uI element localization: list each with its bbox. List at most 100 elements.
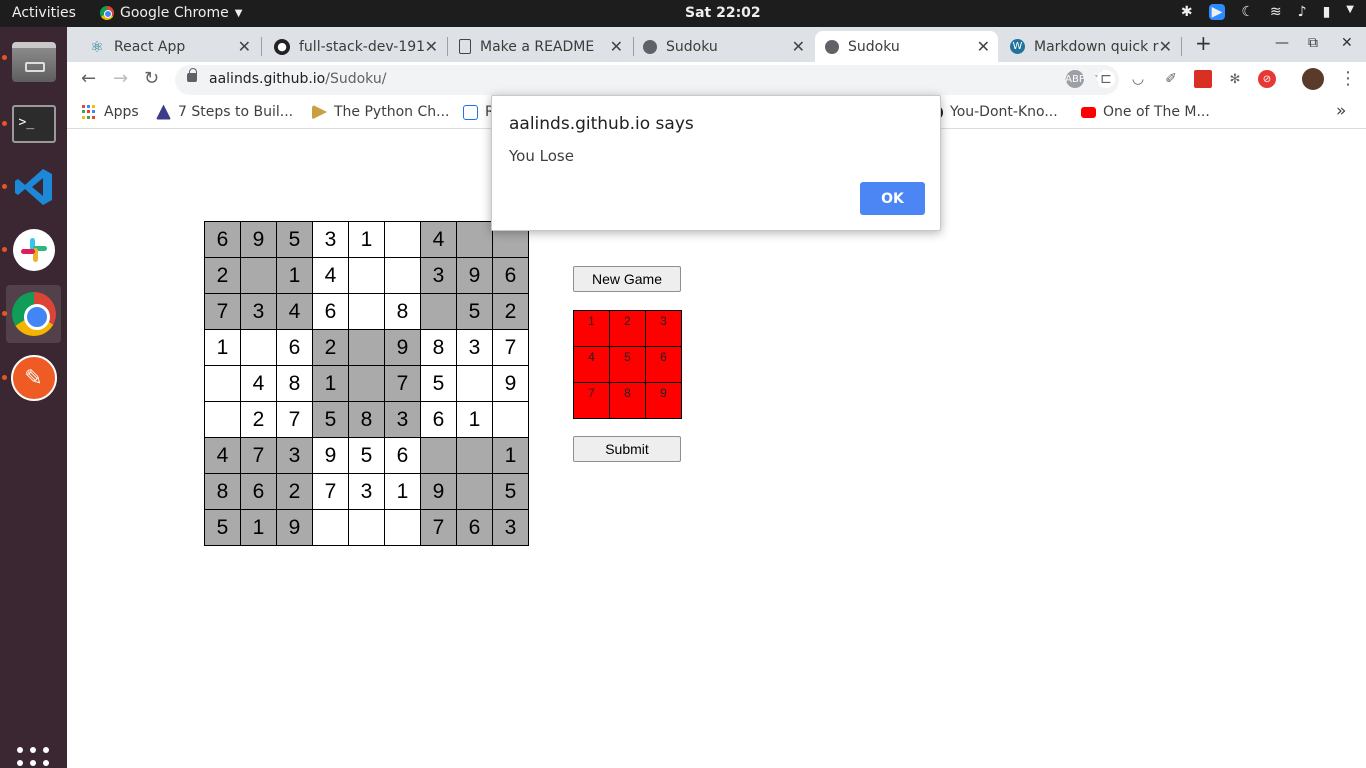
- sudoku-cell[interactable]: 1: [384, 473, 421, 510]
- number-pad-key[interactable]: 9: [645, 382, 682, 419]
- block-extension-icon[interactable]: ⊘: [1258, 70, 1276, 88]
- sudoku-cell[interactable]: 4: [276, 293, 313, 330]
- sudoku-cell[interactable]: 3: [492, 509, 529, 546]
- sudoku-cell[interactable]: 1: [348, 221, 385, 258]
- sudoku-cell[interactable]: 7: [384, 365, 421, 402]
- close-window-button[interactable]: ✕: [1341, 35, 1353, 51]
- url-text[interactable]: aalinds.github.io/Sudoku/: [209, 71, 386, 87]
- sudoku-cell[interactable]: 7: [492, 329, 529, 366]
- tab-markdown[interactable]: W Markdown quick r ✕: [1000, 31, 1180, 62]
- sudoku-cell[interactable]: 3: [456, 329, 493, 366]
- sudoku-cell[interactable]: 1: [492, 437, 529, 474]
- pocket-extension-icon[interactable]: ◡: [1129, 70, 1147, 88]
- tab-react-app[interactable]: ⚛ React App ✕: [79, 31, 259, 62]
- slack-tray-icon[interactable]: ✱: [1181, 4, 1193, 20]
- close-icon[interactable]: ✕: [425, 37, 438, 56]
- bookmark-one-of-the[interactable]: One of The M...: [1081, 104, 1210, 120]
- activities-button[interactable]: Activities: [12, 5, 76, 21]
- sudoku-cell[interactable]: [384, 257, 421, 294]
- sudoku-cell[interactable]: 6: [240, 473, 277, 510]
- sudoku-cell[interactable]: 1: [204, 329, 241, 366]
- sudoku-cell[interactable]: 2: [312, 329, 349, 366]
- sudoku-cell[interactable]: 5: [204, 509, 241, 546]
- sudoku-cell[interactable]: [348, 509, 385, 546]
- sudoku-cell[interactable]: 9: [384, 329, 421, 366]
- number-pad-key[interactable]: 1: [573, 310, 610, 347]
- sudoku-cell[interactable]: 4: [240, 365, 277, 402]
- sudoku-cell[interactable]: 3: [312, 221, 349, 258]
- number-pad-key[interactable]: 6: [645, 346, 682, 383]
- bookmark-7-steps[interactable]: 7 Steps to Buil...: [156, 104, 293, 120]
- sudoku-cell[interactable]: 5: [312, 401, 349, 438]
- number-pad-key[interactable]: 4: [573, 346, 610, 383]
- sudoku-cell[interactable]: 2: [204, 257, 241, 294]
- sudoku-cell[interactable]: 9: [312, 437, 349, 474]
- sudoku-cell[interactable]: [312, 509, 349, 546]
- chrome-launcher[interactable]: [6, 285, 61, 343]
- sudoku-cell[interactable]: 1: [456, 401, 493, 438]
- sudoku-cell[interactable]: 8: [420, 329, 457, 366]
- sudoku-cell[interactable]: 6: [384, 437, 421, 474]
- sudoku-cell[interactable]: [456, 473, 493, 510]
- sudoku-cell[interactable]: 3: [348, 473, 385, 510]
- sudoku-cell[interactable]: 8: [276, 365, 313, 402]
- sudoku-cell[interactable]: 6: [204, 221, 241, 258]
- new-game-button[interactable]: New Game: [573, 266, 681, 292]
- system-tray[interactable]: ✱ ▶ ☾ ≋ ♪ ▮ ▼: [1181, 4, 1354, 20]
- wifi-icon[interactable]: ≋: [1270, 4, 1282, 20]
- sudoku-cell[interactable]: 8: [204, 473, 241, 510]
- colorpicker-extension-icon[interactable]: ✐: [1162, 70, 1180, 88]
- sudoku-cell[interactable]: [240, 257, 277, 294]
- close-icon[interactable]: ✕: [1159, 37, 1172, 56]
- reload-button[interactable]: ↻: [144, 68, 159, 89]
- sudoku-cell[interactable]: 5: [456, 293, 493, 330]
- zoom-tray-icon[interactable]: ▶: [1208, 4, 1226, 20]
- sudoku-cell[interactable]: [456, 365, 493, 402]
- sudoku-cell[interactable]: [456, 437, 493, 474]
- back-button[interactable]: ←: [81, 68, 96, 89]
- tab-sudoku[interactable]: Sudoku ✕: [633, 31, 813, 62]
- number-pad-key[interactable]: 8: [609, 382, 646, 419]
- sudoku-cell[interactable]: 1: [276, 257, 313, 294]
- sudoku-cell[interactable]: [384, 509, 421, 546]
- sudoku-cell[interactable]: [348, 365, 385, 402]
- sudoku-cell[interactable]: 2: [276, 473, 313, 510]
- postman-launcher[interactable]: ✎: [6, 349, 61, 407]
- ok-button[interactable]: OK: [860, 182, 925, 215]
- tab-sudoku-active[interactable]: Sudoku ✕: [815, 31, 998, 62]
- sudoku-cell[interactable]: 3: [420, 257, 457, 294]
- sudoku-cell[interactable]: 5: [348, 437, 385, 474]
- sudoku-cell[interactable]: [240, 329, 277, 366]
- sudoku-cell[interactable]: [492, 401, 529, 438]
- new-tab-button[interactable]: +: [1195, 31, 1212, 55]
- close-icon[interactable]: ✕: [610, 37, 623, 56]
- tab-make-readme[interactable]: Make a README ✕: [449, 31, 631, 62]
- adblock-extension-icon[interactable]: ABP: [1065, 70, 1085, 88]
- sudoku-cell[interactable]: 7: [240, 437, 277, 474]
- sudoku-cell[interactable]: 5: [492, 473, 529, 510]
- sudoku-cell[interactable]: 2: [240, 401, 277, 438]
- submit-button[interactable]: Submit: [573, 436, 681, 462]
- number-pad-key[interactable]: 7: [573, 382, 610, 419]
- more-bookmarks-icon[interactable]: »: [1336, 101, 1346, 121]
- show-applications-button[interactable]: [17, 747, 49, 768]
- terminal-launcher[interactable]: >_: [6, 95, 61, 153]
- lock-icon[interactable]: [187, 68, 197, 82]
- sudoku-cell[interactable]: [420, 293, 457, 330]
- sudoku-cell[interactable]: 6: [276, 329, 313, 366]
- sudoku-cell[interactable]: [456, 221, 493, 258]
- sudoku-cell[interactable]: [420, 437, 457, 474]
- forward-button[interactable]: →: [113, 68, 128, 89]
- sudoku-cell[interactable]: 9: [240, 221, 277, 258]
- chevron-down-icon[interactable]: ▼: [1346, 4, 1354, 20]
- sudoku-cell[interactable]: 7: [420, 509, 457, 546]
- clock[interactable]: Sat 22:02: [685, 5, 761, 21]
- bookmark-you-dont-know[interactable]: You-Dont-Kno...: [928, 104, 1058, 120]
- volume-icon[interactable]: ♪: [1298, 4, 1307, 20]
- minimize-button[interactable]: —: [1275, 35, 1289, 51]
- menu-icon[interactable]: ⋮: [1339, 68, 1357, 89]
- sudoku-cell[interactable]: 2: [492, 293, 529, 330]
- sudoku-cell[interactable]: 4: [204, 437, 241, 474]
- bookmark-r[interactable]: R: [463, 104, 495, 120]
- night-light-icon[interactable]: ☾: [1241, 4, 1254, 20]
